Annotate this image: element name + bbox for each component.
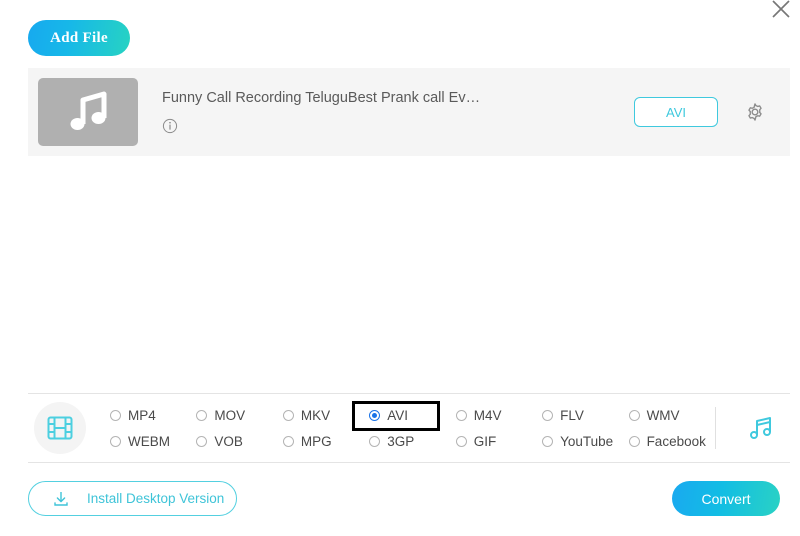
radio-icon (110, 410, 121, 421)
file-actions: AVI (634, 97, 766, 127)
radio-icon (629, 410, 640, 421)
music-note-icon (65, 90, 111, 134)
format-label: WEBM (128, 434, 170, 449)
info-icon[interactable] (162, 118, 178, 134)
panel-divider (715, 407, 716, 449)
gear-icon (744, 101, 766, 123)
film-strip-icon (45, 413, 75, 443)
file-meta (162, 118, 634, 134)
format-label: MP4 (128, 408, 156, 423)
file-format-button[interactable]: AVI (634, 97, 718, 127)
close-icon (770, 0, 792, 20)
audio-formats-tab[interactable] (738, 413, 782, 443)
close-button[interactable] (766, 0, 796, 24)
radio-icon (369, 410, 380, 421)
music-note-icon (745, 413, 775, 443)
radio-icon (542, 436, 553, 447)
format-label: AVI (387, 408, 408, 423)
radio-icon (196, 410, 207, 421)
format-label: Facebook (647, 434, 706, 449)
radio-icon (110, 436, 121, 447)
video-formats-tab[interactable] (34, 402, 86, 454)
format-option-flv[interactable]: FLV (542, 408, 628, 423)
radio-icon (456, 410, 467, 421)
format-option-youtube[interactable]: YouTube (542, 434, 628, 449)
toolbar: Add File (28, 20, 130, 56)
format-label: WMV (647, 408, 680, 423)
radio-icon (196, 436, 207, 447)
format-option-mov[interactable]: MOV (196, 408, 282, 423)
file-settings-button[interactable] (744, 101, 766, 123)
format-selector-panel: MP4 MOV MKV AVI M4V FLV WMV WEBM (28, 393, 790, 462)
format-label: MPG (301, 434, 332, 449)
radio-icon (283, 436, 294, 447)
format-label: GIF (474, 434, 497, 449)
format-option-facebook[interactable]: Facebook (629, 434, 715, 449)
format-option-mp4[interactable]: MP4 (110, 408, 196, 423)
format-label: M4V (474, 408, 502, 423)
format-option-avi[interactable]: AVI (369, 408, 455, 423)
radio-icon (456, 436, 467, 447)
convert-button[interactable]: Convert (672, 481, 780, 516)
radio-icon (283, 410, 294, 421)
format-label: MKV (301, 408, 330, 423)
format-label: YouTube (560, 434, 613, 449)
format-label: FLV (560, 408, 584, 423)
format-label: MOV (214, 408, 245, 423)
install-desktop-version-button[interactable]: Install Desktop Version (28, 481, 237, 516)
format-option-wmv[interactable]: WMV (629, 408, 715, 423)
format-option-mkv[interactable]: MKV (283, 408, 369, 423)
format-label: 3GP (387, 434, 414, 449)
file-details: Funny Call Recording TeluguBest Prank ca… (162, 90, 634, 134)
format-option-vob[interactable]: VOB (196, 434, 282, 449)
download-icon (51, 489, 71, 509)
format-option-webm[interactable]: WEBM (110, 434, 196, 449)
radio-icon (542, 410, 553, 421)
file-thumbnail (38, 78, 138, 146)
radio-icon (629, 436, 640, 447)
format-option-3gp[interactable]: 3GP (369, 434, 455, 449)
format-option-m4v[interactable]: M4V (456, 408, 542, 423)
file-list-item[interactable]: Funny Call Recording TeluguBest Prank ca… (28, 68, 790, 156)
install-desktop-version-label: Install Desktop Version (87, 491, 224, 506)
format-option-mpg[interactable]: MPG (283, 434, 369, 449)
radio-icon (369, 436, 380, 447)
footer-divider (28, 462, 790, 463)
format-options-grid: MP4 MOV MKV AVI M4V FLV WMV WEBM (110, 402, 715, 454)
format-label: VOB (214, 434, 243, 449)
file-name: Funny Call Recording TeluguBest Prank ca… (162, 90, 582, 106)
add-file-button[interactable]: Add File (28, 20, 130, 56)
format-option-gif[interactable]: GIF (456, 434, 542, 449)
